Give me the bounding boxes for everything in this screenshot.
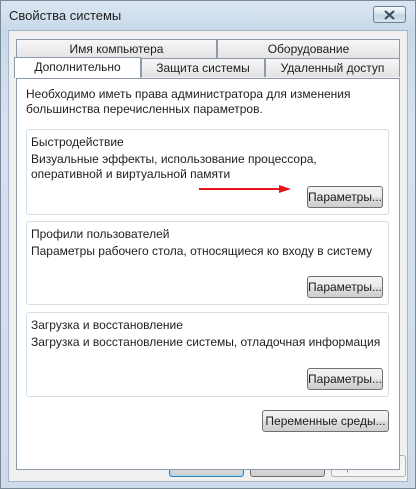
close-icon: [384, 9, 395, 20]
user-profiles-settings-button[interactable]: Параметры...: [307, 276, 383, 298]
tab-hardware[interactable]: Оборудование: [217, 39, 400, 58]
performance-description: Визуальные эффекты, использование процес…: [31, 152, 317, 181]
tab-advanced[interactable]: Дополнительно: [14, 57, 141, 78]
tab-remote-access[interactable]: Удаленный доступ: [265, 58, 400, 77]
startup-recovery-settings-button[interactable]: Параметры...: [307, 368, 383, 390]
close-button[interactable]: [373, 6, 406, 23]
system-properties-window: Свойства системы Имя компьютера Оборудов…: [0, 0, 416, 489]
window-title: Свойства системы: [9, 8, 122, 23]
dialog-client-area: Имя компьютера Оборудование Дополнительн…: [8, 30, 408, 482]
startup-recovery-group: Загрузка и восстановление Загрузка и вос…: [26, 312, 389, 397]
admin-rights-notice: Необходимо иметь права администратора дл…: [26, 87, 351, 116]
user-profiles-title: Профили пользователей: [31, 227, 170, 241]
red-arrow-annotation-icon: [199, 185, 291, 193]
tab-system-protection[interactable]: Защита системы: [141, 58, 265, 77]
performance-group: Быстродействие Визуальные эффекты, испол…: [26, 129, 389, 215]
performance-settings-button[interactable]: Параметры...: [307, 186, 383, 208]
environment-variables-button[interactable]: Переменные среды...: [262, 410, 389, 432]
advanced-tab-panel: Необходимо иметь права администратора дл…: [16, 78, 400, 470]
performance-title: Быстродействие: [31, 135, 124, 149]
tab-computer-name[interactable]: Имя компьютера: [16, 39, 217, 58]
user-profiles-group: Профили пользователей Параметры рабочего…: [26, 221, 389, 305]
user-profiles-description: Параметры рабочего стола, относящиеся ко…: [31, 244, 373, 258]
startup-recovery-description: Загрузка и восстановление системы, отлад…: [31, 335, 381, 349]
startup-recovery-title: Загрузка и восстановление: [31, 318, 183, 332]
